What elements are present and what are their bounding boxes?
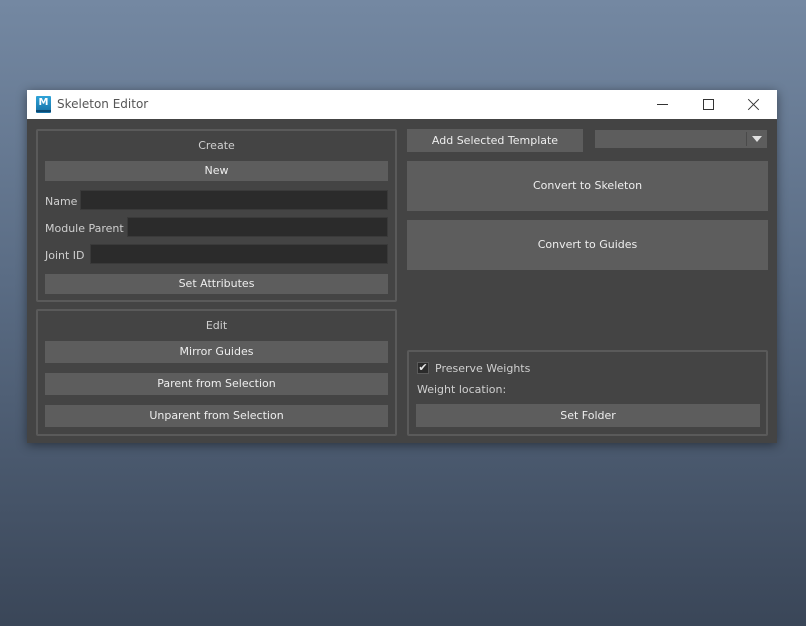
create-group: Create New Name Module Parent Joint ID S… — [36, 129, 397, 302]
close-button[interactable] — [731, 90, 777, 119]
module-parent-label: Module Parent — [45, 222, 124, 235]
close-icon — [748, 98, 760, 110]
edit-group: Edit Mirror Guides Parent from Selection… — [36, 309, 397, 436]
maximize-button[interactable] — [685, 90, 731, 119]
minimize-icon — [657, 104, 668, 105]
edit-group-title: Edit — [205, 319, 228, 332]
checkmark-icon: ✔ — [418, 361, 428, 374]
chevron-down-icon — [752, 136, 762, 142]
template-dropdown[interactable] — [595, 130, 767, 148]
preserve-weights-label[interactable]: Preserve Weights — [435, 362, 530, 375]
add-selected-template-button[interactable]: Add Selected Template — [407, 129, 583, 152]
dropdown-separator — [746, 132, 747, 146]
parent-from-selection-button[interactable]: Parent from Selection — [45, 373, 388, 395]
template-dropdown-value — [595, 130, 599, 148]
convert-to-skeleton-button[interactable]: Convert to Skeleton — [407, 161, 768, 211]
maya-app-icon: M — [36, 96, 51, 113]
editor-content: Create New Name Module Parent Joint ID S… — [27, 119, 777, 443]
name-label: Name — [45, 195, 78, 208]
skeleton-editor-window: M Skeleton Editor Create New Name Module… — [27, 90, 777, 443]
weights-group: ✔ Preserve Weights Weight location: Set … — [407, 350, 768, 436]
unparent-from-selection-button[interactable]: Unparent from Selection — [45, 405, 388, 427]
minimize-button[interactable] — [640, 90, 686, 119]
convert-to-guides-button[interactable]: Convert to Guides — [407, 220, 768, 270]
new-button[interactable]: New — [45, 161, 388, 181]
module-parent-field[interactable] — [127, 217, 388, 237]
title-bar[interactable]: M Skeleton Editor — [27, 90, 777, 119]
window-title: Skeleton Editor — [57, 97, 149, 111]
set-folder-button[interactable]: Set Folder — [416, 404, 760, 427]
weight-location-label: Weight location: — [417, 383, 507, 396]
joint-id-field[interactable] — [90, 244, 388, 264]
joint-id-label: Joint ID — [45, 249, 85, 262]
set-attributes-button[interactable]: Set Attributes — [45, 274, 388, 294]
name-field[interactable] — [80, 190, 388, 210]
preserve-weights-checkbox[interactable]: ✔ — [417, 362, 429, 374]
maximize-icon — [703, 99, 714, 110]
mirror-guides-button[interactable]: Mirror Guides — [45, 341, 388, 363]
create-group-title: Create — [198, 139, 235, 152]
